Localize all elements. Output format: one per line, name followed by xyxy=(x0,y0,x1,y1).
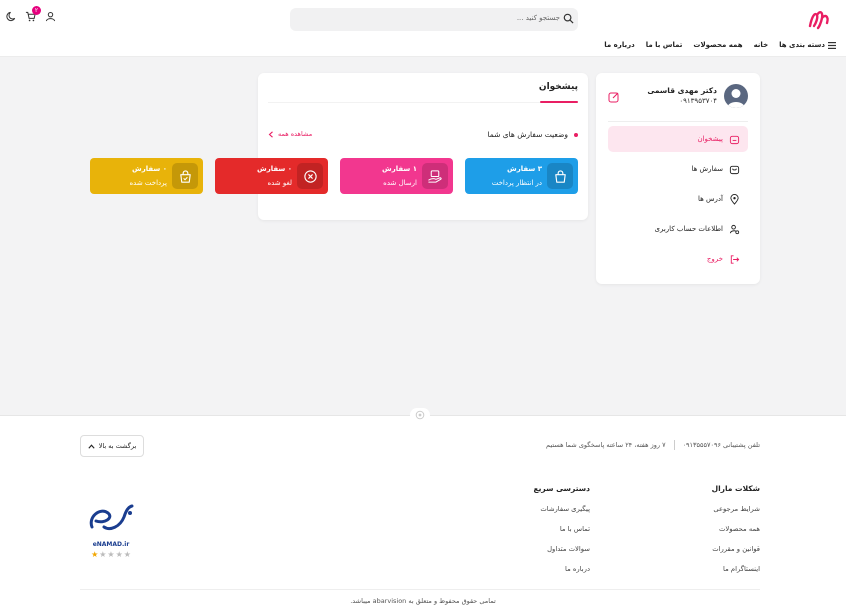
sidebar-item-orders[interactable]: سفارش ها xyxy=(608,156,748,182)
dark-mode-icon[interactable] xyxy=(6,11,17,22)
copyright-text: تمامی حقوق محفوظ و متعلق به abarvision م… xyxy=(350,597,496,605)
sidebar-item-label: اطلاعات حساب کاربری xyxy=(654,225,723,233)
footer-link[interactable]: تماس با ما xyxy=(533,525,590,545)
sidebar-item-addresses[interactable]: آدرس ها xyxy=(608,186,748,212)
footer-link[interactable]: همه محصولات xyxy=(712,525,760,545)
tile-count: ۱ سفارش xyxy=(382,165,417,173)
star-empty-icon: ★ xyxy=(99,550,107,559)
nav-all-products[interactable]: همه محصولات xyxy=(693,41,742,49)
order-tile-paid[interactable]: ۰ سفارش پرداخت شده xyxy=(90,158,203,194)
divider xyxy=(673,440,675,450)
location-icon xyxy=(729,193,740,205)
enamad-label: eNAMAD.ir xyxy=(92,541,130,548)
sidebar-item-logout[interactable]: خروج xyxy=(608,246,748,272)
nav-about[interactable]: درباره ما xyxy=(604,41,634,49)
sidebar-item-dashboard[interactable]: پیشخوان xyxy=(608,126,748,152)
edit-profile-icon[interactable] xyxy=(608,91,620,103)
order-tile-shipped[interactable]: ۱ سفارش ارسال شده xyxy=(340,158,453,194)
star-filled-icon: ★ xyxy=(91,550,99,559)
sidebar-item-account[interactable]: اطلاعات حساب کاربری xyxy=(608,216,748,242)
footer-column-quick-access: دسترسی سریع پیگیری سفارشات تماس با ما سو… xyxy=(533,484,590,585)
footer-column-title: شکلات مارال xyxy=(711,484,760,493)
tile-label: لغو شده xyxy=(267,179,292,187)
delivery-icon xyxy=(422,163,448,189)
search-box[interactable]: جستجو کنید ... xyxy=(290,8,578,31)
cancel-icon xyxy=(297,163,323,189)
divider xyxy=(80,589,760,590)
footer-link[interactable]: شرایط مرجوعی xyxy=(712,505,760,525)
rating-stars: ★ ★ ★ ★ ★ xyxy=(84,550,138,559)
user-icon[interactable] xyxy=(45,11,56,22)
chevron-up-icon xyxy=(88,443,95,449)
sidebar-item-label: آدرس ها xyxy=(697,195,723,203)
footer-column-title: دسترسی سریع xyxy=(533,484,590,493)
nav-categories[interactable]: دسته بندی ها xyxy=(779,41,836,49)
order-status-label: وضعیت سفارش های شما xyxy=(487,130,568,139)
footer-logo-badge xyxy=(410,408,430,422)
bag-icon xyxy=(547,163,573,189)
footer-link[interactable]: پیگیری سفارشات xyxy=(533,505,590,525)
star-empty-icon: ★ xyxy=(115,550,123,559)
tile-label: ارسال شده xyxy=(383,179,417,187)
enamad-badge[interactable]: eNAMAD.ir ★ ★ ★ ★ ★ xyxy=(84,497,138,563)
back-to-top-button[interactable]: برگشت به بالا xyxy=(80,435,144,457)
profile-sidebar: دکتر مهدی قاسمی ۰۹۱۳۹۵۳۷۰۴ پیشخوان سفارش… xyxy=(596,73,760,284)
footer-link[interactable]: درباره ما xyxy=(533,565,590,585)
tile-label: پرداخت شده xyxy=(129,179,167,187)
nav-home[interactable]: خانه xyxy=(754,41,769,49)
chevron-left-icon xyxy=(268,130,274,138)
star-empty-icon: ★ xyxy=(107,550,115,559)
sidebar-item-label: خروج xyxy=(706,255,723,263)
tile-count: ۰ سفارش xyxy=(132,165,167,173)
back-to-top-label: برگشت به بالا xyxy=(98,442,137,450)
dashboard-panel: پیشخوان وضعیت سفارش های شما مشاهده همه ۳… xyxy=(90,73,588,220)
user-phone: ۰۹۱۳۹۵۳۷۰۴ xyxy=(679,97,717,105)
nav-contact[interactable]: تماس با ما xyxy=(646,41,683,49)
site-logo[interactable] xyxy=(806,6,832,32)
sidebar-item-label: سفارش ها xyxy=(691,165,723,173)
order-tile-canceled[interactable]: ۰ سفارش لغو شده xyxy=(215,158,328,194)
home-icon xyxy=(729,134,740,145)
footer-column-maral: شکلات مارال شرایط مرجوعی همه محصولات قوا… xyxy=(712,484,760,585)
order-tile-pending[interactable]: ۳ سفارش در انتظار پرداخت xyxy=(465,158,578,194)
title-underline xyxy=(540,101,578,103)
bag-icon xyxy=(729,164,740,175)
order-status-heading: وضعیت سفارش های شما xyxy=(487,130,578,139)
cart-count-badge: ۲ xyxy=(32,6,41,15)
user-settings-icon xyxy=(729,224,740,235)
menu-icon xyxy=(828,41,836,49)
search-input[interactable]: جستجو کنید ... xyxy=(517,14,560,22)
nav-categories-label: دسته بندی ها xyxy=(779,41,825,49)
avatar xyxy=(724,84,748,108)
tile-label: در انتظار پرداخت xyxy=(491,179,542,187)
bullet-dot xyxy=(574,132,578,137)
view-all-link[interactable]: مشاهده همه xyxy=(268,130,312,138)
paid-bag-icon xyxy=(172,163,198,189)
footer-link[interactable]: قوانین و مقررات xyxy=(712,545,760,565)
page-title: پیشخوان xyxy=(538,82,578,92)
search-icon xyxy=(563,13,574,24)
star-empty-icon: ★ xyxy=(123,550,131,559)
tile-count: ۰ سفارش xyxy=(257,165,292,173)
tile-count: ۳ سفارش xyxy=(507,165,542,173)
footer-link[interactable]: سوالات متداول xyxy=(533,545,590,565)
user-name: دکتر مهدی قاسمی xyxy=(647,86,717,95)
sidebar-item-label: پیشخوان xyxy=(697,135,723,143)
view-all-label: مشاهده همه xyxy=(278,130,313,138)
divider xyxy=(608,121,748,122)
logout-icon xyxy=(729,254,740,265)
support-info: تلفن پشتیبانی ۰۹۱۳۵۵۵۷۰۹۶ ۷ روز هفته، ۲۴… xyxy=(546,440,760,450)
main-nav: دسته بندی ها خانه همه محصولات تماس با ما… xyxy=(604,41,836,49)
site-header: جستجو کنید ... ۲ دسته بندی ها خانه همه م… xyxy=(0,0,846,57)
footer-link[interactable]: اینستاگرام ما xyxy=(712,565,760,585)
enamad-logo-icon xyxy=(89,504,134,531)
support-phone: تلفن پشتیبانی ۰۹۱۳۵۵۵۷۰۹۶ xyxy=(682,441,760,449)
divider xyxy=(268,102,578,103)
support-hours: ۷ روز هفته، ۲۴ ساعته پاسخگوی شما هستیم xyxy=(546,441,666,449)
